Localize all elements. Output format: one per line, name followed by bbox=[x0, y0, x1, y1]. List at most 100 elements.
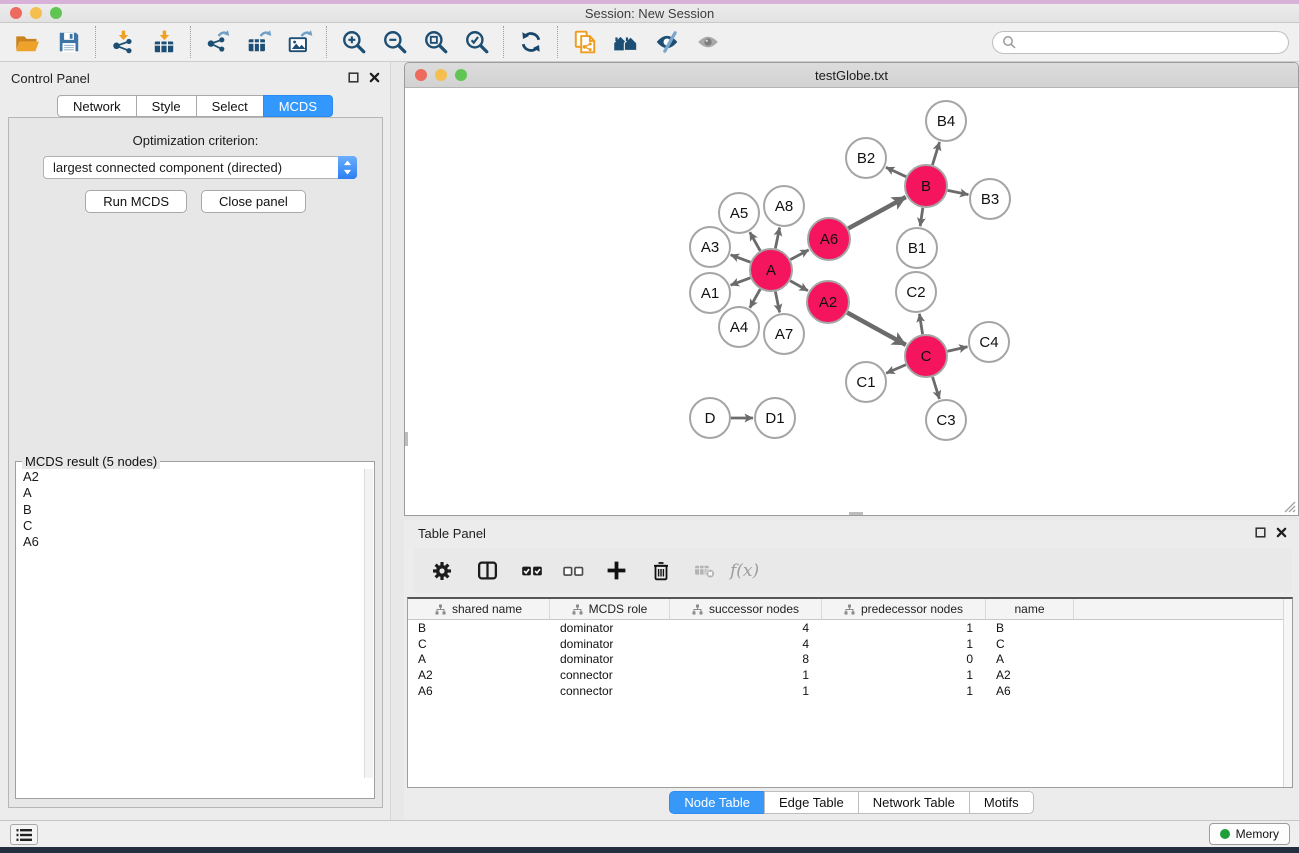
tab-network-table[interactable]: Network Table bbox=[858, 791, 970, 814]
close-panel-button[interactable] bbox=[368, 71, 380, 83]
graph-node-D[interactable]: D bbox=[690, 398, 730, 438]
delete-columns-button[interactable] bbox=[646, 554, 676, 588]
graph-node-C3[interactable]: C3 bbox=[926, 400, 966, 440]
table-settings-button[interactable] bbox=[427, 554, 457, 588]
tab-node-table[interactable]: Node Table bbox=[669, 791, 765, 814]
graph-edge-A-A6[interactable] bbox=[790, 250, 808, 260]
graph-edge-A-A3[interactable] bbox=[731, 255, 751, 262]
graph-node-A4[interactable]: A4 bbox=[719, 307, 759, 347]
show-columns-button[interactable] bbox=[472, 554, 502, 588]
graph-node-D1[interactable]: D1 bbox=[755, 398, 795, 438]
graph-node-C2[interactable]: C2 bbox=[896, 272, 936, 312]
task-history-button[interactable] bbox=[10, 824, 38, 845]
resize-grip-icon[interactable] bbox=[1283, 500, 1297, 514]
graph-edge-A-A2[interactable] bbox=[790, 281, 808, 291]
tab-style[interactable]: Style bbox=[136, 95, 197, 117]
graph-node-B3[interactable]: B3 bbox=[970, 179, 1010, 219]
tab-select[interactable]: Select bbox=[196, 95, 264, 117]
graph-edge-A-A7[interactable] bbox=[775, 292, 779, 313]
column-header-successor-nodes[interactable]: successor nodes bbox=[670, 599, 822, 619]
run-mcds-button[interactable]: Run MCDS bbox=[85, 190, 187, 213]
tab-motifs[interactable]: Motifs bbox=[969, 791, 1034, 814]
result-list-scrollbar[interactable] bbox=[364, 469, 373, 778]
home-button[interactable] bbox=[605, 25, 646, 59]
export-table-button[interactable] bbox=[238, 25, 279, 59]
graph-edge-B-B1[interactable] bbox=[920, 208, 923, 226]
clone-network-button[interactable] bbox=[564, 25, 605, 59]
graph-edge-B-B4[interactable] bbox=[932, 142, 939, 165]
zoom-selected-button[interactable] bbox=[456, 25, 497, 59]
graph-edge-A-A1[interactable] bbox=[731, 278, 751, 285]
graph-edge-A-A4[interactable] bbox=[750, 289, 760, 308]
graph-node-B1[interactable]: B1 bbox=[897, 228, 937, 268]
tab-mcds[interactable]: MCDS bbox=[263, 95, 333, 117]
close-table-panel-button[interactable] bbox=[1275, 526, 1287, 538]
import-table-button[interactable] bbox=[143, 25, 184, 59]
close-panel-button-mcds[interactable]: Close panel bbox=[201, 190, 306, 213]
zoom-in-button[interactable] bbox=[333, 25, 374, 59]
tab-network[interactable]: Network bbox=[57, 95, 137, 117]
table-row[interactable]: A2connector11A2 bbox=[408, 667, 1292, 683]
search-input[interactable] bbox=[1021, 35, 1279, 50]
graph-edge-A6-B[interactable] bbox=[848, 197, 906, 228]
column-header-mcds-role[interactable]: MCDS role bbox=[550, 599, 670, 619]
refresh-button[interactable] bbox=[510, 25, 551, 59]
mcds-result-item[interactable]: C bbox=[23, 518, 373, 534]
graph-edge-A-A5[interactable] bbox=[750, 232, 760, 251]
graph-node-A3[interactable]: A3 bbox=[690, 227, 730, 267]
graph-edge-C-C4[interactable] bbox=[947, 347, 967, 351]
open-session-button[interactable] bbox=[7, 25, 48, 59]
create-column-button[interactable] bbox=[601, 554, 631, 588]
graph-edge-A2-C[interactable] bbox=[847, 313, 906, 345]
table-row[interactable]: Cdominator41C bbox=[408, 636, 1292, 652]
graph-node-C4[interactable]: C4 bbox=[969, 322, 1009, 362]
graph-node-C1[interactable]: C1 bbox=[846, 362, 886, 402]
table-row[interactable]: A6connector11A6 bbox=[408, 683, 1292, 699]
zoom-fit-button[interactable] bbox=[415, 25, 456, 59]
export-network-button[interactable] bbox=[197, 25, 238, 59]
graph-node-A2[interactable]: A2 bbox=[807, 281, 849, 323]
table-scrollbar[interactable] bbox=[1283, 599, 1292, 787]
mcds-result-item[interactable]: A2 bbox=[23, 469, 373, 485]
mcds-result-item[interactable]: A bbox=[23, 485, 373, 501]
table-row[interactable]: Adominator80A bbox=[408, 652, 1292, 668]
graph-node-C[interactable]: C bbox=[905, 335, 947, 377]
memory-button[interactable]: Memory bbox=[1209, 823, 1290, 845]
show-graphics-details-button[interactable] bbox=[687, 25, 728, 59]
graph-edge-B-B2[interactable] bbox=[886, 167, 906, 176]
zoom-out-button[interactable] bbox=[374, 25, 415, 59]
search-field[interactable] bbox=[992, 31, 1289, 54]
mcds-result-item[interactable]: A6 bbox=[23, 534, 373, 550]
save-session-button[interactable] bbox=[48, 25, 89, 59]
graph-edge-C-C2[interactable] bbox=[919, 314, 922, 335]
network-vscroll-nub[interactable] bbox=[405, 432, 408, 446]
network-canvas[interactable]: A A1 A2 A3 A4 A5 A6 A7 A8 B B1 B2 B3B4 C C1 C2 C3C4 D D1 bbox=[405, 89, 1298, 515]
column-header-predecessor-nodes[interactable]: predecessor nodes bbox=[822, 599, 986, 619]
export-image-button[interactable] bbox=[279, 25, 320, 59]
criterion-dropdown[interactable]: largest connected component (directed) bbox=[43, 156, 357, 179]
graph-node-A1[interactable]: A1 bbox=[690, 273, 730, 313]
deselect-all-columns-button[interactable] bbox=[558, 554, 588, 588]
graph-edge-A-A8[interactable] bbox=[775, 228, 779, 249]
graph-node-B4[interactable]: B4 bbox=[926, 101, 966, 141]
import-network-button[interactable] bbox=[102, 25, 143, 59]
graph-node-B2[interactable]: B2 bbox=[846, 138, 886, 178]
hide-graphics-details-button[interactable] bbox=[646, 25, 687, 59]
network-hscroll-nub[interactable] bbox=[849, 512, 863, 515]
graph-edge-C-C3[interactable] bbox=[933, 377, 940, 399]
graph-node-A6[interactable]: A6 bbox=[808, 218, 850, 260]
column-header-shared-name[interactable]: shared name bbox=[408, 599, 550, 619]
float-table-panel-button[interactable] bbox=[1254, 526, 1266, 538]
float-panel-button[interactable] bbox=[347, 71, 359, 83]
tab-edge-table[interactable]: Edge Table bbox=[764, 791, 859, 814]
graph-edge-B-B3[interactable] bbox=[948, 190, 969, 194]
mcds-result-item[interactable]: B bbox=[23, 502, 373, 518]
graph-node-A8[interactable]: A8 bbox=[764, 186, 804, 226]
graph-node-A5[interactable]: A5 bbox=[719, 193, 759, 233]
graph-node-B[interactable]: B bbox=[905, 165, 947, 207]
graph-edge-C-C1[interactable] bbox=[886, 365, 906, 374]
table-row[interactable]: Bdominator41B bbox=[408, 620, 1292, 636]
graph-node-A7[interactable]: A7 bbox=[764, 314, 804, 354]
graph-node-A[interactable]: A bbox=[750, 249, 792, 291]
select-all-columns-button[interactable] bbox=[517, 554, 547, 588]
